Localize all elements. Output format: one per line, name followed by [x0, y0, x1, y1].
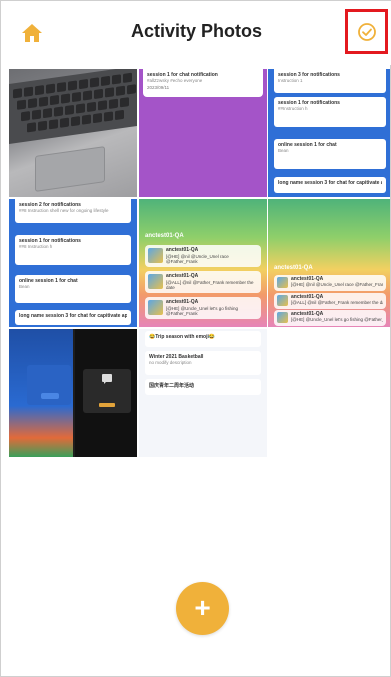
list-item: session 1 for notifications ##Instructio…	[274, 97, 386, 127]
plus-icon: +	[194, 591, 211, 623]
photo-tile[interactable]	[9, 69, 137, 197]
chat-group-name: anctest01-QA	[145, 233, 184, 239]
list-item: 😂Trip season with emoji😂	[145, 331, 261, 347]
chat-text: [@HE] @nil @Uncle_Unel race @Father_Fran…	[291, 282, 383, 287]
dialog-button	[41, 393, 59, 399]
photo-tile[interactable]: anctest01-QA anctest01-QA [@HE] @nil @Un…	[268, 199, 390, 327]
card-meta: 2023/09/11	[147, 85, 170, 91]
chat-card: session 1 for chat notification #allZzws…	[143, 69, 263, 97]
photo-tile[interactable]: session 2 for notifications ##8 Instruct…	[9, 199, 137, 327]
chat-sender: anctest01-QA	[166, 273, 199, 279]
add-photo-button[interactable]: +	[176, 582, 229, 635]
chat-sender: anctest01-QA	[166, 247, 199, 253]
list-item-sub: Bean	[278, 148, 289, 153]
list-item: session 1 for notifications ##8 Instruct…	[15, 235, 131, 265]
photo-tile[interactable]	[9, 329, 137, 457]
dialog-left	[27, 365, 71, 405]
page-title: Activity Photos	[130, 21, 263, 41]
chat-message: anctest01-QA [@HE] @Uncle_Unel let's go …	[274, 310, 386, 326]
chat-text: [@ALL] @nil @Father_Frank remember the d…	[291, 300, 383, 305]
chat-message: anctest01-QA [@ALL] @nil @Father_Frank r…	[145, 271, 261, 293]
avatar	[277, 312, 288, 323]
laptop-keyboard	[9, 69, 137, 144]
list-item-title: 😂Trip season with emoji😂	[149, 334, 216, 340]
avatar	[148, 300, 163, 315]
list-item-title: long name session 3 for chat for capitiv…	[278, 180, 382, 186]
list-item-sub: no modify description	[149, 360, 192, 365]
chat-text: [@HE] @nil @Uncle_Unel race @Father_Fran…	[166, 254, 229, 265]
list-item-sub: ##8 Instruction shell new for ongoing li…	[19, 208, 109, 213]
chat-message: anctest01-QA [@ALL] @nil @Father_Frank r…	[274, 293, 386, 309]
avatar	[148, 274, 163, 289]
check-circle-icon	[357, 22, 376, 41]
header: Activity Photos	[1, 1, 391, 65]
avatar	[277, 295, 288, 306]
laptop-trackpad	[35, 146, 105, 192]
photo-tile[interactable]: session 1 for chat notification #allZzws…	[139, 69, 267, 197]
chat-message: anctest01-QA [@HE] @nil @Uncle_Unel race…	[274, 275, 386, 291]
photo-tile[interactable]: 😂Trip season with emoji😂 Winter 2021 Bas…	[139, 329, 267, 457]
dialog-right	[83, 369, 131, 413]
photo-tile[interactable]: session 3 for notifications Instruction …	[268, 69, 390, 197]
select-button[interactable]	[345, 9, 388, 54]
list-item: long name session 3 for chat for capitiv…	[15, 310, 131, 325]
list-item-sub: Instruction 1	[278, 78, 303, 83]
list-item-sub: ##8 Instruction h	[19, 244, 53, 249]
list-item-sub: ##Instruction h	[278, 106, 308, 111]
list-item: session 2 for notifications ##8 Instruct…	[15, 199, 131, 223]
avatar	[277, 277, 288, 288]
card-subtitle: #allZzwsky #echo everyone	[147, 78, 203, 83]
list-item: long name session 3 for chat for capitiv…	[274, 177, 386, 193]
photo-tile[interactable]: anctest01-QA anctest01-QA [@HE] @nil @Un…	[139, 199, 267, 327]
list-item-title: 国庆青年二周年活动	[149, 383, 195, 389]
list-item: 国庆青年二周年活动	[145, 379, 261, 395]
chat-message: anctest01-QA [@HE] @nil @Uncle_Unel race…	[145, 245, 261, 267]
list-item-title: long name session 3 for chat for capitiv…	[19, 313, 127, 319]
app-screen: Activity Photos session 1 for chat notif…	[0, 0, 391, 677]
list-item: online session 1 for chat Bean	[15, 275, 131, 303]
chat-group-name: anctest01-QA	[274, 265, 313, 271]
chat-message: anctest01-QA [@HE] @Uncle_Unel let's go …	[145, 297, 261, 319]
list-item: online session 1 for chat Bean	[274, 139, 386, 169]
chat-text: [@HE] @Uncle_Unel let's go fishing @Fath…	[291, 317, 383, 322]
avatar	[148, 248, 163, 263]
list-item-sub: Bean	[19, 284, 30, 289]
list-item: session 3 for notifications Instruction …	[274, 69, 386, 93]
chat-sender: anctest01-QA	[166, 299, 199, 305]
dialog-confirm	[99, 403, 115, 407]
chat-text: [@HE] @Uncle_Unel let's go fishing @Fath…	[166, 306, 239, 317]
chat-text: [@ALL] @nil @Father_Frank remember the d…	[166, 280, 254, 291]
message-icon	[102, 374, 112, 384]
list-item: Winter 2021 Basketball no modify descrip…	[145, 351, 261, 375]
